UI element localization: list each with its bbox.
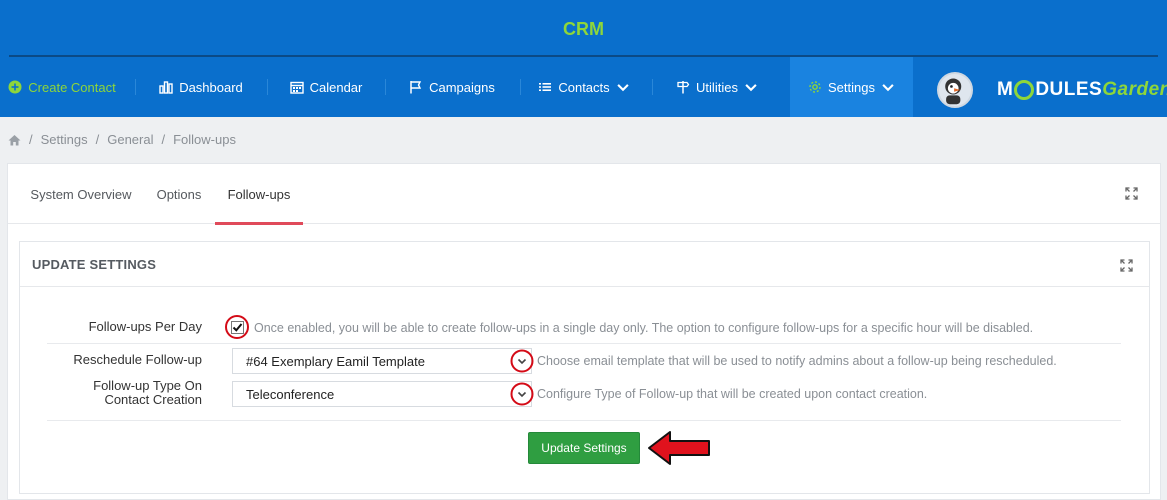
reschedule-follow-up-select[interactable]: #64 Exemplary Eamil Template	[232, 348, 532, 374]
logo-text-m: M	[997, 79, 1014, 100]
nav-calendar[interactable]: Calendar	[276, 57, 376, 117]
bar-chart-icon	[159, 81, 173, 94]
tab-bar: System Overview Options Follow-ups	[8, 164, 1160, 225]
top-header: CRM	[0, 0, 1167, 57]
logo-text-garden: Garden	[1102, 79, 1167, 100]
nav-separator	[385, 79, 386, 95]
nav-contacts[interactable]: Contacts	[528, 57, 640, 117]
nav-campaigns[interactable]: Campaigns	[394, 57, 510, 117]
fullscreen-icon[interactable]	[1125, 187, 1138, 200]
reschedule-follow-up-label: Reschedule Follow-up	[73, 352, 202, 367]
nav-settings-label: Settings	[828, 79, 875, 95]
logo-text-dules: DULES	[1035, 79, 1103, 100]
chevron-down-icon	[882, 84, 894, 92]
main-panel: System Overview Options Follow-ups UPDAT…	[7, 163, 1161, 500]
reschedule-follow-up-help: Choose email template that will be used …	[537, 354, 1057, 368]
reschedule-follow-up-value: #64 Exemplary Eamil Template	[246, 353, 425, 369]
signpost-icon	[677, 81, 690, 94]
portlet-header: UPDATE SETTINGS	[20, 242, 1149, 287]
follow-up-type-label-line2: Contact Creation	[104, 392, 202, 407]
portlet-title: UPDATE SETTINGS	[32, 257, 157, 272]
nav-campaigns-label: Campaigns	[429, 79, 495, 95]
chevron-down-icon	[617, 84, 629, 92]
main-navbar: Create Contact Dashboard Calendar Campai…	[0, 57, 1167, 117]
breadcrumb-separator: /	[95, 132, 100, 147]
nav-create-contact-label: Create Contact	[28, 79, 116, 95]
nav-separator	[267, 79, 268, 95]
nav-dashboard-label: Dashboard	[179, 79, 243, 95]
calendar-icon	[289, 81, 304, 94]
puffin-avatar-icon	[945, 78, 962, 105]
nav-contacts-label: Contacts	[558, 79, 610, 95]
active-tab-underline	[215, 222, 303, 225]
annotation-circle	[225, 315, 249, 339]
user-avatar[interactable]	[937, 72, 973, 108]
nav-create-contact[interactable]: Create Contact	[0, 57, 124, 117]
plus-circle-icon	[8, 80, 22, 94]
chevron-down-icon[interactable]	[510, 382, 534, 406]
nav-dashboard[interactable]: Dashboard	[146, 57, 256, 117]
nav-separator	[520, 79, 521, 95]
breadcrumb: / Settings / General / Follow-ups	[8, 132, 236, 147]
list-icon	[539, 83, 552, 91]
tab-options[interactable]: Options	[148, 164, 210, 224]
nav-calendar-label: Calendar	[309, 79, 363, 95]
app-title: CRM	[563, 19, 604, 39]
nav-separator	[652, 79, 653, 95]
update-settings-portlet: UPDATE SETTINGS Follow-ups Per Day Once …	[19, 241, 1150, 494]
follow-up-type-help: Configure Type of Follow-up that will be…	[537, 387, 928, 401]
nav-utilities-label: Utilities	[696, 79, 738, 95]
fullscreen-icon[interactable]	[1120, 259, 1133, 272]
tab-follow-ups-label: Follow-ups	[227, 186, 291, 202]
modulesgarden-logo[interactable]: M DULES Garden	[997, 78, 1167, 102]
red-arrow-annotation-icon	[648, 431, 710, 465]
breadcrumb-item-follow-ups: Follow-ups	[173, 132, 236, 147]
follow-up-type-label: Follow-up Type On Contact Creation	[40, 379, 202, 407]
nav-settings[interactable]: Settings	[790, 57, 913, 117]
update-settings-button[interactable]: Update Settings	[528, 432, 640, 464]
follow-ups-per-day-label: Follow-ups Per Day	[88, 319, 202, 334]
follow-up-type-label-line1: Follow-up Type On	[93, 378, 202, 393]
chevron-down-icon[interactable]	[510, 349, 534, 373]
nav-utilities[interactable]: Utilities	[664, 57, 770, 117]
tab-system-overview-label: System Overview	[30, 186, 132, 202]
follow-ups-per-day-help: Once enabled, you will be able to create…	[254, 321, 1034, 335]
follow-up-type-select[interactable]: Teleconference	[232, 381, 532, 407]
breadcrumb-item-general[interactable]: General	[107, 132, 153, 147]
tab-follow-ups[interactable]: Follow-ups	[215, 164, 303, 225]
row-divider	[47, 343, 1121, 344]
breadcrumb-item-settings[interactable]: Settings	[41, 132, 88, 147]
breadcrumb-separator: /	[161, 132, 166, 147]
chevron-down-icon	[745, 84, 757, 92]
follow-up-type-value: Teleconference	[246, 386, 335, 402]
row-divider	[47, 420, 1121, 421]
breadcrumb-separator: /	[29, 132, 33, 147]
nav-separator	[135, 79, 136, 95]
logo-o-ring	[1014, 80, 1035, 100]
home-icon[interactable]	[8, 134, 21, 146]
tab-options-label: Options	[156, 186, 202, 202]
flag-icon	[410, 81, 422, 94]
tab-system-overview[interactable]: System Overview	[21, 164, 141, 224]
gear-icon	[809, 81, 821, 93]
